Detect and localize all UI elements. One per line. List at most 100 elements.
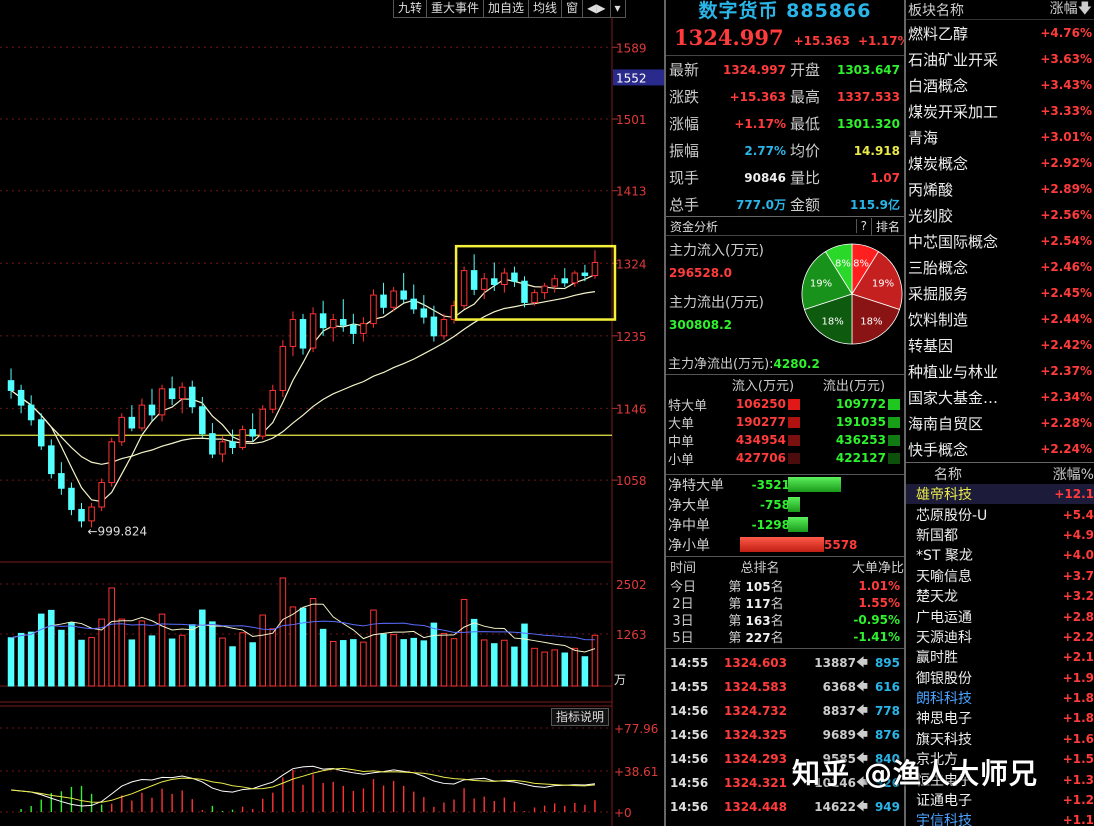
stock-row[interactable]: 旗天科技 +1.6	[906, 729, 1094, 749]
chart-area[interactable]: 1589 1501 1413 1324 1235 1146 1058 1552 ←999.824…	[0, 0, 664, 826]
rank-ratio: 1.01%	[858, 578, 900, 593]
tick-trades-table[interactable]: 14:55 1324.603 13887 🡄 895 14:55 1324.583 6368 🡄…	[666, 648, 904, 819]
indicator-help-button[interactable]: 指标说明	[551, 708, 610, 726]
toolbar-btn-0[interactable]: 九转	[393, 0, 428, 18]
sector-row[interactable]: 白酒概念 +3.43%	[906, 72, 1094, 98]
stock-row[interactable]: 雄帝科技 +12.1	[906, 484, 1094, 505]
candle	[168, 376, 176, 406]
highlight-box	[454, 244, 617, 321]
volume-bar	[68, 622, 75, 687]
stock-row[interactable]: 证通电子 +1.2	[906, 790, 1094, 810]
net-flow-label: 净小单	[668, 538, 710, 554]
sector-name-header[interactable]: 板块名称	[906, 0, 1036, 20]
tick-row[interactable]: 14:55 1324.603 13887 🡄 895	[666, 651, 904, 675]
net-flow-label: 净特大单	[668, 478, 724, 494]
rank-period: 5日	[672, 631, 694, 646]
left-arrow-icon: 🡄	[856, 703, 868, 717]
tick-volume: 8837	[822, 704, 856, 718]
toolbar-btn-3[interactable]: 均线	[528, 0, 563, 18]
stock-row[interactable]: 朗科科技 +1.8	[906, 688, 1094, 708]
sector-row[interactable]: 快手概念 +2.24%	[906, 436, 1094, 462]
volume-bar	[491, 643, 498, 687]
stock-name: 神思电子	[916, 711, 972, 728]
stock-row[interactable]: 广电运通 +2.8	[906, 606, 1094, 626]
pie-slice-label: 8%	[835, 258, 851, 269]
toolbar-btn-2[interactable]: 加自选	[483, 0, 530, 18]
sector-change-header[interactable]: 涨幅🡇	[1036, 0, 1094, 22]
rank-head-total: 总排名	[740, 561, 780, 576]
sector-name: 三胎概念	[908, 258, 969, 277]
stock-row[interactable]: 神思电子 +1.8	[906, 708, 1094, 728]
toolbar-btn-4[interactable]: 窗	[561, 0, 584, 18]
quote-label: 涨跌	[669, 88, 700, 106]
help-button[interactable]: ?	[855, 219, 871, 233]
stock-name-header[interactable]: 名称	[906, 464, 1038, 484]
quote-value: 1.07	[870, 170, 900, 185]
toolbar-btn-6[interactable]: ▾	[609, 0, 626, 18]
pie-slice-label: 18%	[821, 317, 843, 328]
sector-row[interactable]: 光刻胶 +2.56%	[906, 202, 1094, 228]
stock-name: 新国都	[916, 527, 958, 544]
stock-list-header[interactable]: 名称 涨幅%	[906, 462, 1094, 484]
sector-row[interactable]: 国家大基金… +2.34%	[906, 384, 1094, 410]
net-flow-row: 净特大单 -3521	[666, 475, 904, 495]
sector-row[interactable]: 石油矿业开采 +3.63%	[906, 46, 1094, 72]
quote-label: 最高	[790, 88, 821, 106]
sector-row[interactable]: 煤炭开采加工 +3.33%	[906, 98, 1094, 124]
tick-count: 895	[874, 656, 900, 670]
stock-row[interactable]: 赢时胜 +2.1	[906, 647, 1094, 667]
stock-row[interactable]: 御银股份 +1.9	[906, 668, 1094, 688]
stock-row[interactable]: 天喻信息 +3.7	[906, 566, 1094, 586]
main-outflow-label: 主力流出(万元)	[669, 295, 764, 311]
stock-row[interactable]: 新国都 +4.9	[906, 525, 1094, 545]
sector-row[interactable]: 燃料乙醇 +4.76%	[906, 20, 1094, 46]
toolbar-btn-1[interactable]: 重大事件	[426, 0, 485, 18]
ma-short-line	[10, 273, 596, 503]
fund-pie-chart: 8%19%18%18%19%8%	[801, 243, 903, 345]
sector-change: +2.89%	[1040, 182, 1092, 196]
tick-volume: 9689	[822, 728, 856, 742]
sector-row[interactable]: 煤炭概念 +2.92%	[906, 150, 1094, 176]
sector-row[interactable]: 青海 +3.01%	[906, 124, 1094, 150]
volume-bar	[480, 639, 488, 687]
tick-row[interactable]: 14:56 1324.732 8837 🡄 778	[666, 699, 904, 723]
sector-row[interactable]: 饮料制造 +2.44%	[906, 306, 1094, 332]
rank-number: 105	[745, 580, 771, 594]
quote-row: 涨幅 +1.17% 最低 1301.320	[666, 110, 904, 137]
stock-row[interactable]: 宇信科技 +1.1	[906, 810, 1094, 826]
stock-change: +1.1	[1062, 813, 1094, 826]
stock-row[interactable]: 楚天龙 +3.2	[906, 586, 1094, 606]
sector-row[interactable]: 丙烯酸 +2.89%	[906, 176, 1094, 202]
candlestick-chart[interactable]: 1589 1501 1413 1324 1235 1146 1058 1552 ←999.824…	[0, 0, 664, 826]
candle	[299, 313, 307, 355]
candle	[239, 425, 246, 450]
rank-row: 3日第 163名 -0.95%	[666, 611, 904, 630]
volume-bar	[561, 652, 569, 687]
sector-row[interactable]: 海南自贸区 +2.28%	[906, 410, 1094, 436]
sector-row[interactable]: 转基因 +2.42%	[906, 332, 1094, 358]
quote-value: 1301.320	[836, 116, 900, 131]
candle	[440, 313, 448, 340]
stock-change-header[interactable]: 涨幅%	[1038, 464, 1094, 484]
main-flow-box: 主力流入(万元) 296528.0 主力流出(万元) 300808.2	[666, 240, 796, 332]
sector-row[interactable]: 中芯国际概念 +2.54%	[906, 228, 1094, 254]
outflow-value: 109772	[835, 397, 886, 411]
sector-list[interactable]: 燃料乙醇 +4.76% 石油矿业开采 +3.63% 白酒概念 +3.43% 煤炭开采加工 +3…	[906, 20, 1094, 462]
sector-list-header[interactable]: 板块名称 涨幅🡇	[906, 0, 1094, 20]
outflow-value: 191035	[835, 415, 886, 429]
sector-name: 采掘服务	[908, 284, 969, 303]
tick-row[interactable]: 14:55 1324.583 6368 🡄 616	[666, 675, 904, 699]
stock-row[interactable]: 芯原股份-U +5.4	[906, 504, 1094, 524]
sector-row[interactable]: 采掘服务 +2.45%	[906, 280, 1094, 306]
rank-button[interactable]: 排名	[870, 217, 904, 235]
quote-value: 777.0万	[736, 198, 786, 212]
sector-row[interactable]: 种植业与林业 +2.37%	[906, 358, 1094, 384]
stock-row[interactable]: 天源迪科 +2.2	[906, 627, 1094, 647]
stock-row[interactable]: *ST 聚龙 +4.0	[906, 545, 1094, 565]
toolbar-btn-5[interactable]: ◀▶	[582, 0, 611, 18]
sector-change-header-label: 涨幅	[1049, 0, 1078, 17]
tick-row[interactable]: 14:56 1324.325 9689 🡄 876	[666, 723, 904, 747]
sector-row[interactable]: 三胎概念 +2.46%	[906, 254, 1094, 280]
tick-row[interactable]: 14:56 1324.448 14622 🡄 949	[666, 795, 904, 819]
candle	[380, 282, 387, 314]
